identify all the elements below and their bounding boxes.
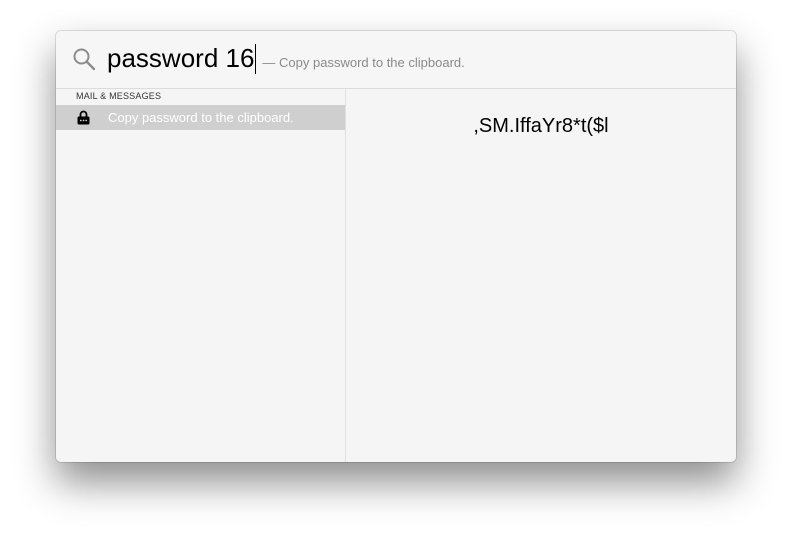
search-icon (73, 48, 96, 71)
search-input[interactable]: password 16 — Copy password to the clipbo… (107, 43, 465, 74)
section-header: MAIL & MESSAGES (76, 91, 162, 101)
result-item-copy-password[interactable]: Copy password to the clipboard. (56, 105, 345, 130)
lock-icon (77, 110, 90, 125)
text-caret (255, 43, 257, 74)
preview-pane: ,SM.IffaYr8*t($l (346, 89, 736, 462)
search-query: password 16 (107, 43, 255, 73)
search-hint: — Copy password to the clipboard. (262, 55, 465, 70)
spotlight-window: password 16 — Copy password to the clipbo… (56, 31, 736, 462)
results-list: MAIL & MESSAGES Copy password to the cli… (56, 89, 346, 462)
generated-password: ,SM.IffaYr8*t($l (473, 115, 609, 137)
search-bar: password 16 — Copy password to the clipbo… (56, 31, 736, 89)
result-item-label: Copy password to the clipboard. (108, 110, 294, 125)
